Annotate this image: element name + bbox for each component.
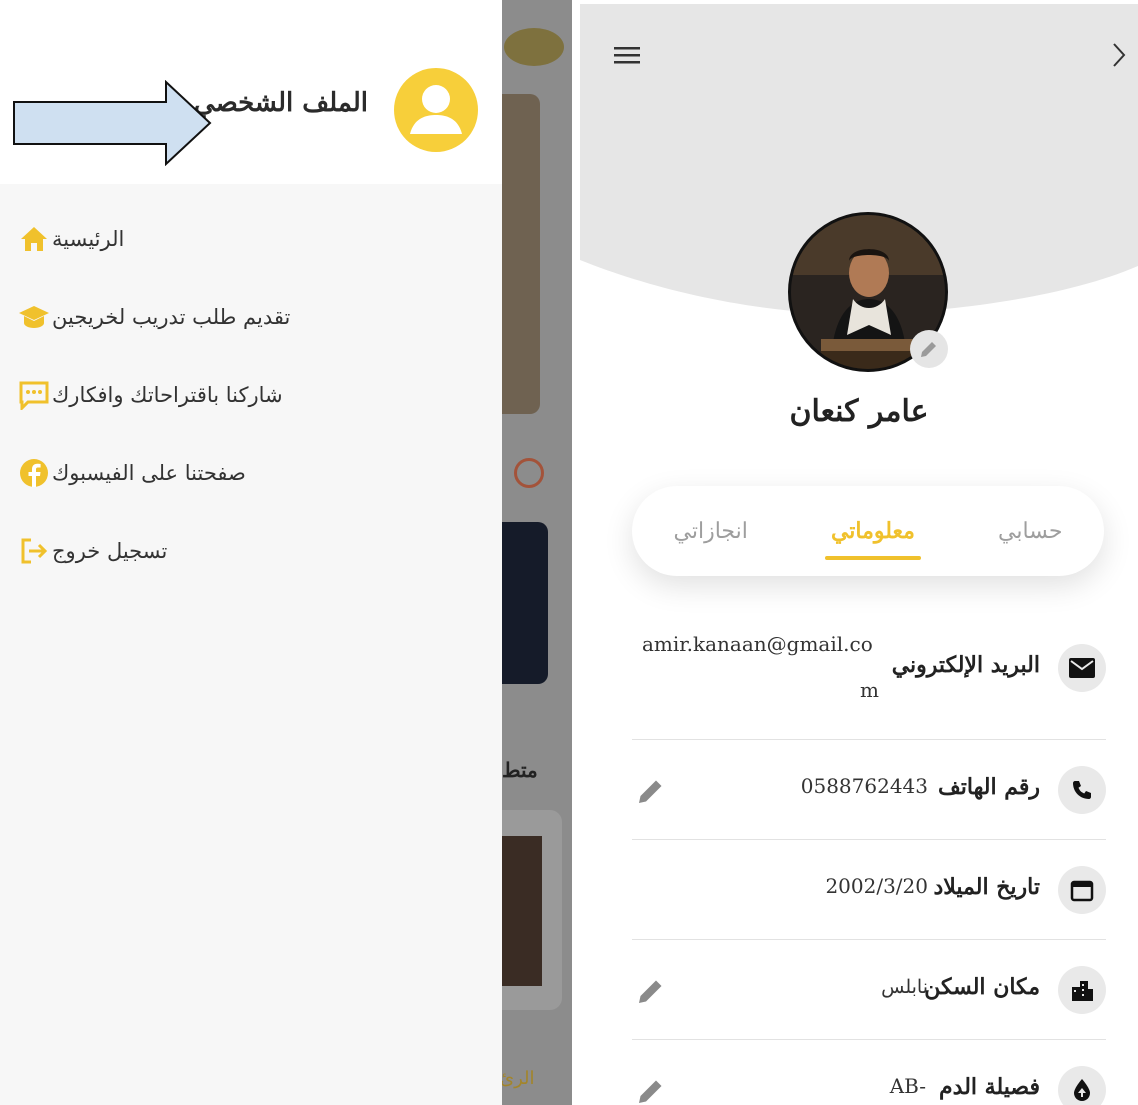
edit-pencil-icon[interactable]: [634, 774, 668, 808]
info-label: تاريخ الميلاد: [933, 874, 1040, 900]
profile-name: عامر كنعان: [789, 394, 929, 429]
drawer-menu: الرئيسية تقديم طلب تدريب لخريجين شاركنا …: [4, 200, 474, 590]
background-photo-card: [500, 810, 562, 1010]
menu-item-label: تسجيل خروج: [52, 539, 168, 563]
navigation-drawer: الملف الشخصي الرئيسية تقديم طلب تدريب لخ…: [0, 0, 502, 1105]
info-value: amir.kanaan@gmail.co: [642, 632, 873, 656]
edit-pencil-icon[interactable]: [634, 1074, 668, 1105]
info-label: رقم الهاتف: [938, 774, 1040, 800]
tab-my-info[interactable]: معلوماتي: [813, 508, 933, 560]
menu-item-home[interactable]: الرئيسية: [4, 200, 474, 278]
info-label: مكان السكن: [924, 974, 1040, 1000]
phone-icon: [1058, 766, 1106, 814]
info-label: فصيلة الدم: [939, 1074, 1040, 1100]
hamburger-menu-icon[interactable]: [612, 42, 642, 68]
home-icon: [16, 221, 52, 257]
info-label: البريد الإلكتروني: [891, 652, 1040, 678]
info-value: 2002/3/20: [825, 874, 928, 898]
profile-info-list: البريد الإلكتروني amir.kanaan@gmail.co m…: [632, 616, 1106, 1105]
comment-icon: [16, 377, 52, 413]
info-row-birthdate: تاريخ الميلاد 2002/3/20: [632, 840, 1106, 940]
menu-item-label: تقديم طلب تدريب لخريجين: [52, 305, 291, 329]
edit-pencil-icon[interactable]: [634, 974, 668, 1008]
user-avatar-icon[interactable]: [394, 68, 478, 152]
background-image-card: [500, 94, 540, 414]
profile-tabs: حسابي معلوماتي انجازاتي: [632, 486, 1104, 576]
info-value: 0588762443: [800, 774, 928, 798]
tab-my-account[interactable]: حسابي: [980, 509, 1080, 554]
info-value-continued: m: [860, 678, 879, 702]
menu-item-logout[interactable]: تسجيل خروج: [4, 512, 474, 590]
info-value: AB-: [889, 1074, 926, 1098]
background-app-scrim[interactable]: متط الرئ: [500, 0, 572, 1105]
menu-item-label: الرئيسية: [52, 227, 125, 251]
edit-photo-button[interactable]: [910, 330, 948, 368]
info-row-residence: مكان السكن نابلس: [632, 940, 1106, 1040]
info-value: نابلس: [881, 976, 928, 998]
city-icon: [1058, 966, 1106, 1014]
graduation-cap-icon: [16, 299, 52, 335]
drawer-title[interactable]: الملف الشخصي: [194, 88, 368, 118]
logout-icon: [16, 533, 52, 569]
info-row-email: البريد الإلكتروني amir.kanaan@gmail.co m: [632, 616, 1106, 740]
info-row-blood-type: فصيلة الدم AB-: [632, 1040, 1106, 1105]
tab-my-achievements[interactable]: انجازاتي: [656, 509, 766, 554]
calendar-icon: [1058, 866, 1106, 914]
email-icon: [1058, 644, 1106, 692]
drawer-screen: متط الرئ الملف الشخصي الرئيسية تقديم طلب…: [0, 0, 572, 1105]
background-nav-home: الرئ: [500, 1068, 535, 1089]
facebook-icon: [16, 455, 52, 491]
menu-item-label: صفحتنا على الفيسبوك: [52, 461, 246, 485]
menu-item-facebook[interactable]: صفحتنا على الفيسبوك: [4, 434, 474, 512]
background-partial-text: متط: [502, 758, 538, 782]
menu-item-suggestions[interactable]: شاركنا باقتراحاتك وافكارك: [4, 356, 474, 434]
profile-screen: عامر كنعان حسابي معلوماتي انجازاتي البري…: [580, 4, 1138, 1105]
blood-drop-icon: [1058, 1066, 1106, 1105]
menu-item-label: شاركنا باقتراحاتك وافكارك: [52, 383, 283, 407]
background-dark-card: [500, 522, 548, 684]
drawer-header: الملف الشخصي: [0, 0, 502, 184]
background-alarm-icon: [514, 458, 544, 488]
background-logo: [504, 28, 564, 66]
annotation-arrow-icon: [13, 80, 212, 166]
chevron-right-icon[interactable]: [1106, 40, 1132, 70]
info-row-phone: رقم الهاتف 0588762443: [632, 740, 1106, 840]
menu-item-training-request[interactable]: تقديم طلب تدريب لخريجين: [4, 278, 474, 356]
